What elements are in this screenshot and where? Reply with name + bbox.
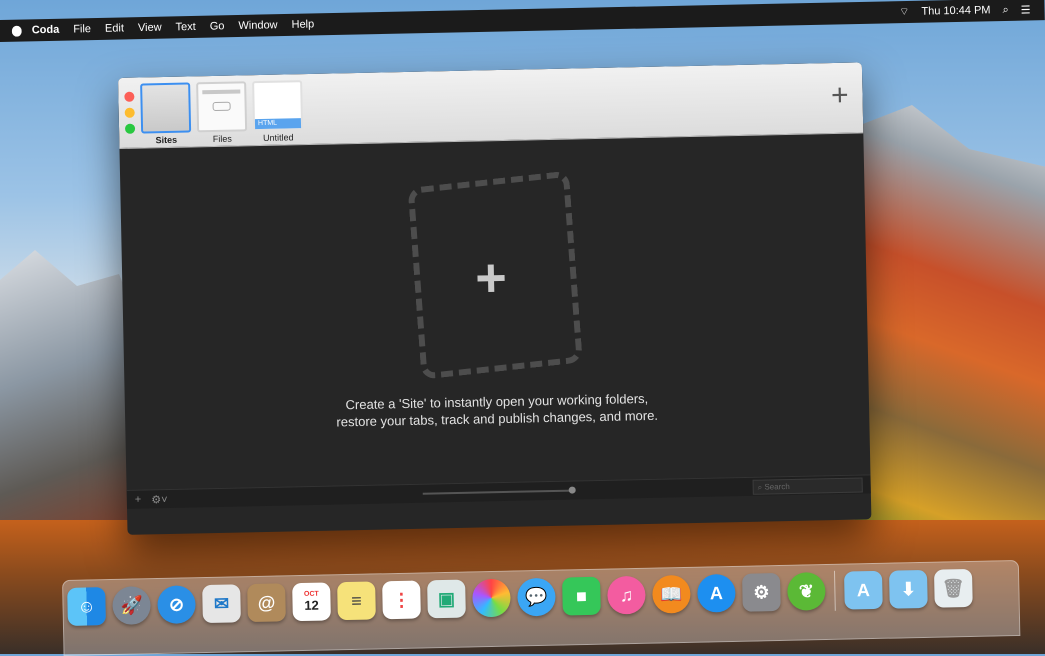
tab-label: Untitled (262, 132, 294, 143)
menu-edit[interactable]: Edit (105, 22, 124, 34)
slider-knob[interactable] (568, 486, 576, 494)
tab-label: Files (212, 133, 232, 145)
applications-folder-icon[interactable]: A (843, 570, 883, 610)
downloads-folder-icon[interactable]: ⬇ (888, 569, 928, 609)
menu-go[interactable]: Go (210, 20, 225, 32)
menu-bar: Coda File Edit View Text Go Window Help … (0, 0, 1045, 43)
empty-state-message: Create a 'Site' to instantly open your w… (125, 385, 870, 435)
tab-sites[interactable]: Sites (140, 82, 192, 146)
wifi-icon[interactable]: ⌔ (899, 5, 910, 19)
gear-icon[interactable]: ⚙˅ (151, 493, 168, 506)
calendar-day: 12 (304, 597, 319, 613)
window-controls (124, 91, 136, 134)
tab-files[interactable]: Files (196, 81, 248, 145)
calendar-icon[interactable]: OCT 12 (292, 582, 331, 622)
mail-icon[interactable]: ✉ (202, 584, 241, 624)
coda-window: Sites Files HTML Untitled + + Create a '… (118, 62, 872, 535)
tab-untitled[interactable]: HTML Untitled (252, 80, 304, 143)
add-icon[interactable]: + (135, 493, 142, 506)
zoom-button[interactable] (124, 123, 136, 134)
sites-content: + Create a 'Site' to instantly open your… (119, 133, 871, 509)
system-preferences-icon[interactable]: ⚙ (742, 572, 781, 612)
finder-icon[interactable]: ☺ (67, 587, 106, 626)
reminders-icon[interactable]: ⋮ (382, 580, 421, 620)
notes-icon[interactable]: ≡ (337, 581, 376, 621)
tab-label: Sites (155, 134, 178, 146)
menu-app-name[interactable]: Coda (32, 24, 60, 37)
html-badge: HTML (254, 118, 302, 130)
untitled-thumbnail: HTML (252, 80, 304, 132)
tab-bar: Sites Files HTML Untitled (140, 80, 304, 146)
ibooks-icon[interactable]: 📖 (652, 574, 691, 614)
new-tab-plus-icon[interactable]: + (831, 79, 849, 112)
minimize-button[interactable] (124, 107, 135, 118)
menu-view[interactable]: View (138, 22, 162, 34)
safari-icon[interactable]: ⊘ (157, 585, 196, 625)
preview-icon[interactable]: ▣ (427, 579, 466, 619)
spotlight-search-icon[interactable]: ⌕ (1002, 3, 1008, 16)
desktop-mountain-left (0, 250, 140, 550)
sites-thumbnail (140, 82, 192, 134)
status-bar: + ⚙˅ ⌕ Search (126, 474, 871, 509)
add-site-plus-icon[interactable]: + (475, 248, 508, 309)
menu-file[interactable]: File (73, 23, 91, 35)
menu-text[interactable]: Text (175, 21, 195, 33)
desktop-mountain-right (855, 105, 1045, 545)
menu-window[interactable]: Window (238, 19, 277, 32)
thumbnail-size-slider[interactable] (422, 486, 576, 495)
photos-icon[interactable] (472, 578, 511, 618)
facetime-icon[interactable]: ■ (562, 576, 601, 616)
coda-icon[interactable]: ❦ (787, 572, 826, 611)
messages-icon[interactable]: 💬 (517, 577, 556, 617)
trash-icon[interactable]: 🗑 (933, 568, 973, 608)
contacts-icon[interactable]: @ (247, 583, 286, 623)
itunes-icon[interactable]: ♫ (607, 575, 646, 615)
close-button[interactable] (124, 91, 135, 102)
files-thumbnail (196, 81, 248, 133)
menu-help[interactable]: Help (291, 18, 314, 30)
apple-icon[interactable] (12, 25, 22, 36)
launchpad-icon[interactable]: 🚀 (112, 586, 151, 625)
dock-separator (833, 570, 836, 611)
menu-clock[interactable]: Thu 10:44 PM (921, 4, 990, 17)
notification-center-icon[interactable]: ☰ (1021, 3, 1031, 16)
app-store-icon[interactable]: A (697, 573, 736, 613)
search-input[interactable]: ⌕ Search (752, 477, 863, 495)
